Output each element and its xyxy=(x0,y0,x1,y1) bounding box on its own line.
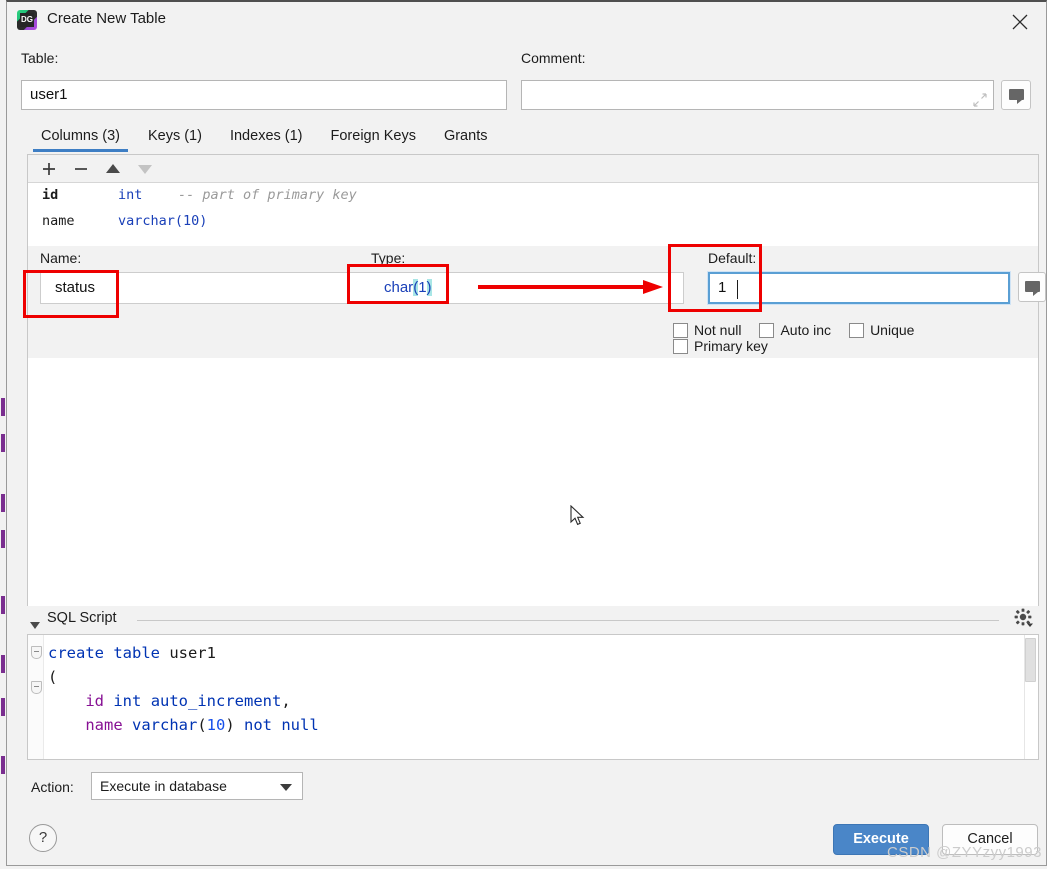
fold-icon[interactable] xyxy=(31,681,42,694)
annotation-box-default-field xyxy=(668,244,762,312)
checkbox-primary-key[interactable]: Primary key xyxy=(673,338,768,354)
close-icon[interactable] xyxy=(1004,7,1036,37)
background-bleed-mark xyxy=(1,398,5,416)
checkbox-not-null[interactable]: Not null xyxy=(673,322,741,338)
background-bleed-mark xyxy=(1,434,5,452)
column-flags-row: Not null Auto inc Unique Primary key xyxy=(673,322,1038,354)
columns-list[interactable]: id int -- part of primary key name varch… xyxy=(28,184,1038,246)
comment-bubble-button[interactable] xyxy=(1001,80,1031,110)
background-bleed-mark xyxy=(1,596,5,614)
background-bleed-mark xyxy=(1,655,5,673)
gear-icon[interactable] xyxy=(1013,607,1039,633)
background-bleed-mark xyxy=(1,756,5,774)
column-type: int xyxy=(118,187,143,203)
sql-line-1-kw: create table xyxy=(48,644,160,662)
comment-bubble-icon xyxy=(1025,281,1040,296)
annotation-arrow xyxy=(478,277,668,302)
checkbox-label: Primary key xyxy=(694,338,768,354)
action-label: Action: xyxy=(31,779,74,795)
tab-columns[interactable]: Columns (3) xyxy=(27,124,134,152)
datagrip-icon: DG xyxy=(17,10,37,30)
tab-grants[interactable]: Grants xyxy=(430,124,502,149)
columns-toolbar xyxy=(28,155,1038,183)
mouse-cursor xyxy=(570,504,586,532)
tab-bar: Columns (3) Keys (1) Indexes (1) Foreign… xyxy=(27,124,501,152)
screen-root: DG Create New Table Table: user1 Comment… xyxy=(0,0,1047,869)
tab-indexes[interactable]: Indexes (1) xyxy=(216,124,317,149)
action-select-value: Execute in database xyxy=(100,778,227,794)
sql-line-1-rest: user1 xyxy=(159,644,216,662)
sql-script-header: SQL Script xyxy=(27,607,1039,635)
checkbox-box xyxy=(849,323,865,338)
checkbox-label: Unique xyxy=(870,322,915,338)
table-name-input[interactable]: user1 xyxy=(21,80,507,110)
comment-bubble-icon xyxy=(1009,89,1024,104)
list-item[interactable]: id int -- part of primary key xyxy=(28,184,1038,210)
column-name: id xyxy=(42,187,59,203)
table-label: Table: xyxy=(21,50,59,66)
list-item[interactable]: name varchar(10) xyxy=(28,210,1038,236)
checkbox-label: Not null xyxy=(694,322,742,338)
arrow-up-icon[interactable] xyxy=(98,155,128,183)
columns-empty-area[interactable] xyxy=(28,358,1038,606)
annotation-box-type-field xyxy=(347,264,449,304)
sql-code: create table user1 ( id int auto_increme… xyxy=(48,641,1014,737)
scrollbar-thumb[interactable] xyxy=(1025,638,1036,682)
page-title: Create New Table xyxy=(47,10,166,27)
background-bleed-mark xyxy=(1,530,5,548)
checkbox-label: Auto inc xyxy=(780,322,832,338)
comment-label: Comment: xyxy=(521,50,586,66)
sql-script-title: SQL Script xyxy=(47,610,117,626)
editor-scrollbar[interactable] xyxy=(1024,635,1038,759)
annotation-box-name-field xyxy=(23,270,119,318)
minus-icon[interactable] xyxy=(66,155,96,183)
plus-icon[interactable] xyxy=(34,155,64,183)
editor-gutter xyxy=(28,635,44,759)
checkbox-box xyxy=(673,339,688,354)
action-select[interactable]: Execute in database xyxy=(91,772,303,800)
column-comment: -- part of primary key xyxy=(178,187,357,203)
checkbox-auto-inc[interactable]: Auto inc xyxy=(759,322,831,338)
sql-line-4: name varchar(10) not null xyxy=(85,716,319,734)
watermark: CSDN @ZYYzyy1993 xyxy=(887,844,1042,861)
sql-line-3: id int auto_increment, xyxy=(85,692,291,710)
sql-script-editor[interactable]: create table user1 ( id int auto_increme… xyxy=(27,634,1039,760)
background-bleed-mark xyxy=(1,494,5,512)
checkbox-box xyxy=(673,323,688,338)
column-name: name xyxy=(42,213,75,229)
background-bleed-mark xyxy=(1,698,5,716)
comment-input[interactable] xyxy=(521,80,994,110)
fold-icon[interactable] xyxy=(31,646,42,659)
arrow-down-icon[interactable] xyxy=(130,155,160,183)
create-new-table-dialog: DG Create New Table Table: user1 Comment… xyxy=(6,0,1047,866)
sql-line-2: ( xyxy=(48,668,58,686)
help-button[interactable]: ? xyxy=(29,824,57,852)
chevron-down-icon[interactable] xyxy=(29,617,41,635)
name-label: Name: xyxy=(40,250,82,266)
columns-panel: id int -- part of primary key name varch… xyxy=(27,154,1046,606)
column-type: varchar(10) xyxy=(118,213,208,229)
chevron-down-icon xyxy=(280,784,292,791)
checkbox-box xyxy=(759,323,775,338)
divider xyxy=(137,620,999,621)
default-comment-button[interactable] xyxy=(1018,272,1046,302)
title-bar: DG Create New Table xyxy=(7,2,1046,42)
tab-keys[interactable]: Keys (1) xyxy=(134,124,216,149)
checkbox-unique[interactable]: Unique xyxy=(849,322,914,338)
tab-foreign-keys[interactable]: Foreign Keys xyxy=(317,124,430,149)
expand-icon[interactable] xyxy=(973,89,987,117)
